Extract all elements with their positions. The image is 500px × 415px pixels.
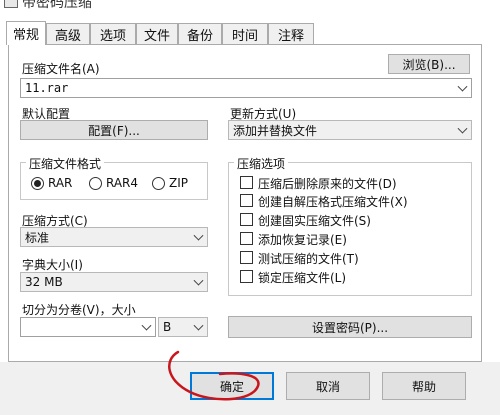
archive-name-label: 压缩文件名(A) — [22, 62, 100, 76]
radio-rar-label: RAR — [48, 176, 73, 190]
set-password-button[interactable]: 设置密码(P)... — [228, 316, 472, 338]
title-bar: 带密码压缩 — [0, 0, 500, 18]
tab-options[interactable]: 选项 — [90, 23, 136, 44]
split-size-combo[interactable] — [20, 317, 156, 337]
tab-comment[interactable]: 注释 — [268, 23, 314, 44]
lock-archive-label: 锁定压缩文件(L) — [258, 271, 347, 285]
radio-zip-label: ZIP — [169, 176, 188, 190]
browse-button[interactable]: 浏览(B)... — [388, 54, 470, 74]
lock-archive-checkbox[interactable] — [240, 270, 253, 283]
update-method-value: 添加并替换文件 — [233, 123, 318, 138]
help-button[interactable]: 帮助 — [382, 372, 466, 400]
profiles-button[interactable]: 配置(F)... — [20, 120, 208, 140]
chevron-down-icon — [193, 230, 204, 241]
recovery-record-checkbox[interactable] — [240, 232, 253, 245]
dictionary-size-value: 32 MB — [25, 275, 63, 289]
tab-backup[interactable]: 备份 — [178, 23, 222, 44]
tab-advanced[interactable]: 高级 — [46, 23, 90, 44]
test-files-checkbox[interactable] — [240, 251, 253, 264]
tab-files[interactable]: 文件 — [136, 23, 178, 44]
winrar-icon — [4, 0, 18, 8]
split-volumes-label: 切分为分卷(V)，大小 — [22, 303, 136, 317]
window-title: 带密码压缩 — [22, 0, 92, 11]
archiving-options-title: 压缩选项 — [234, 155, 289, 172]
split-unit-value: B — [163, 320, 172, 334]
radio-rar4-label: RAR4 — [106, 176, 139, 190]
dictionary-size-label: 字典大小(I) — [22, 258, 83, 272]
archive-name-value: 11.rar — [25, 81, 69, 95]
tab-general[interactable]: 常规 — [6, 21, 46, 45]
archive-name-combo[interactable]: 11.rar — [20, 78, 472, 98]
test-files-label: 测试压缩的文件(T) — [258, 252, 359, 266]
radio-rar[interactable] — [31, 177, 44, 190]
delete-after-label: 压缩后删除原来的文件(D) — [258, 177, 397, 191]
chevron-down-icon[interactable] — [141, 320, 152, 331]
sfx-label: 创建自解压格式压缩文件(X) — [258, 195, 408, 209]
dictionary-size-select[interactable]: 32 MB — [20, 272, 208, 292]
red-circle-annotation — [168, 350, 260, 401]
cancel-button[interactable]: 取消 — [286, 372, 370, 400]
tab-time[interactable]: 时间 — [222, 23, 268, 44]
compression-method-value: 标准 — [25, 230, 50, 245]
update-method-select[interactable]: 添加并替换文件 — [228, 120, 472, 140]
chevron-down-icon — [457, 123, 468, 134]
radio-rar4[interactable] — [89, 177, 102, 190]
chevron-down-icon — [193, 275, 204, 286]
split-unit-select[interactable]: B — [158, 317, 208, 337]
radio-zip[interactable] — [152, 177, 165, 190]
solid-checkbox[interactable] — [240, 213, 253, 226]
compression-method-select[interactable]: 标准 — [20, 227, 208, 247]
solid-label: 创建固实压缩文件(S) — [258, 214, 371, 228]
chevron-down-icon — [193, 320, 204, 331]
recovery-record-label: 添加恢复记录(E) — [258, 233, 347, 247]
chevron-down-icon[interactable] — [457, 81, 468, 92]
archive-format-title: 压缩文件格式 — [26, 155, 105, 172]
sfx-checkbox[interactable] — [240, 194, 253, 207]
delete-after-checkbox[interactable] — [240, 176, 253, 189]
